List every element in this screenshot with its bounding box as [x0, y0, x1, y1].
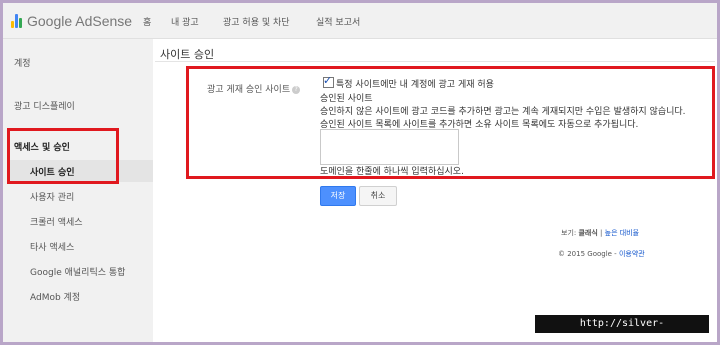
page-title: 사이트 승인: [160, 48, 215, 61]
cancel-button[interactable]: 취소: [359, 186, 397, 206]
nav-home[interactable]: 홈: [143, 15, 151, 28]
top-bar: Google AdSense 홈 내 광고 광고 허용 및 차단 실적 보고서: [3, 3, 717, 39]
sidebar-item-crawler-access[interactable]: 크롤러 액세스: [30, 215, 83, 228]
footer-copyright: © 2015 Google - 이용약관: [558, 250, 645, 258]
adsense-logo-icon: [11, 14, 23, 28]
settings-highlight-box: [186, 66, 715, 179]
adsense-logo[interactable]: Google AdSense: [11, 12, 132, 30]
nav-my-ads[interactable]: 내 광고: [171, 15, 199, 28]
view-high-contrast-link[interactable]: 높은 대비율: [605, 229, 639, 237]
sidebar-item-account[interactable]: 계정: [14, 56, 31, 69]
nav-performance-reports[interactable]: 실적 보고서: [316, 15, 360, 28]
sidebar-item-google-analytics[interactable]: Google 애널리틱스 통합: [30, 265, 125, 278]
title-divider: [155, 61, 715, 62]
footer-view-options: 보기: 클래식 | 높은 대비율: [561, 229, 640, 237]
sidebar-item-admob-account[interactable]: AdMob 계정: [30, 290, 80, 303]
sidebar-item-ad-display[interactable]: 광고 디스플레이: [14, 99, 75, 112]
terms-link[interactable]: 이용약관: [619, 250, 645, 258]
logo-text: Google AdSense: [27, 13, 133, 29]
watermark: http://silver-ship.tistory.com: [535, 315, 709, 342]
adsense-window: Google AdSense 홈 내 광고 광고 허용 및 차단 실적 보고서 …: [3, 3, 717, 342]
save-button[interactable]: 저장: [320, 186, 356, 206]
view-classic-link[interactable]: 클래식: [578, 229, 597, 237]
sidebar-item-third-party-access[interactable]: 타사 액세스: [30, 240, 74, 253]
nav-allow-block-ads[interactable]: 광고 허용 및 차단: [223, 15, 290, 28]
sidebar-item-user-management[interactable]: 사용자 관리: [30, 190, 74, 203]
sidebar-highlight-box: [7, 128, 119, 184]
